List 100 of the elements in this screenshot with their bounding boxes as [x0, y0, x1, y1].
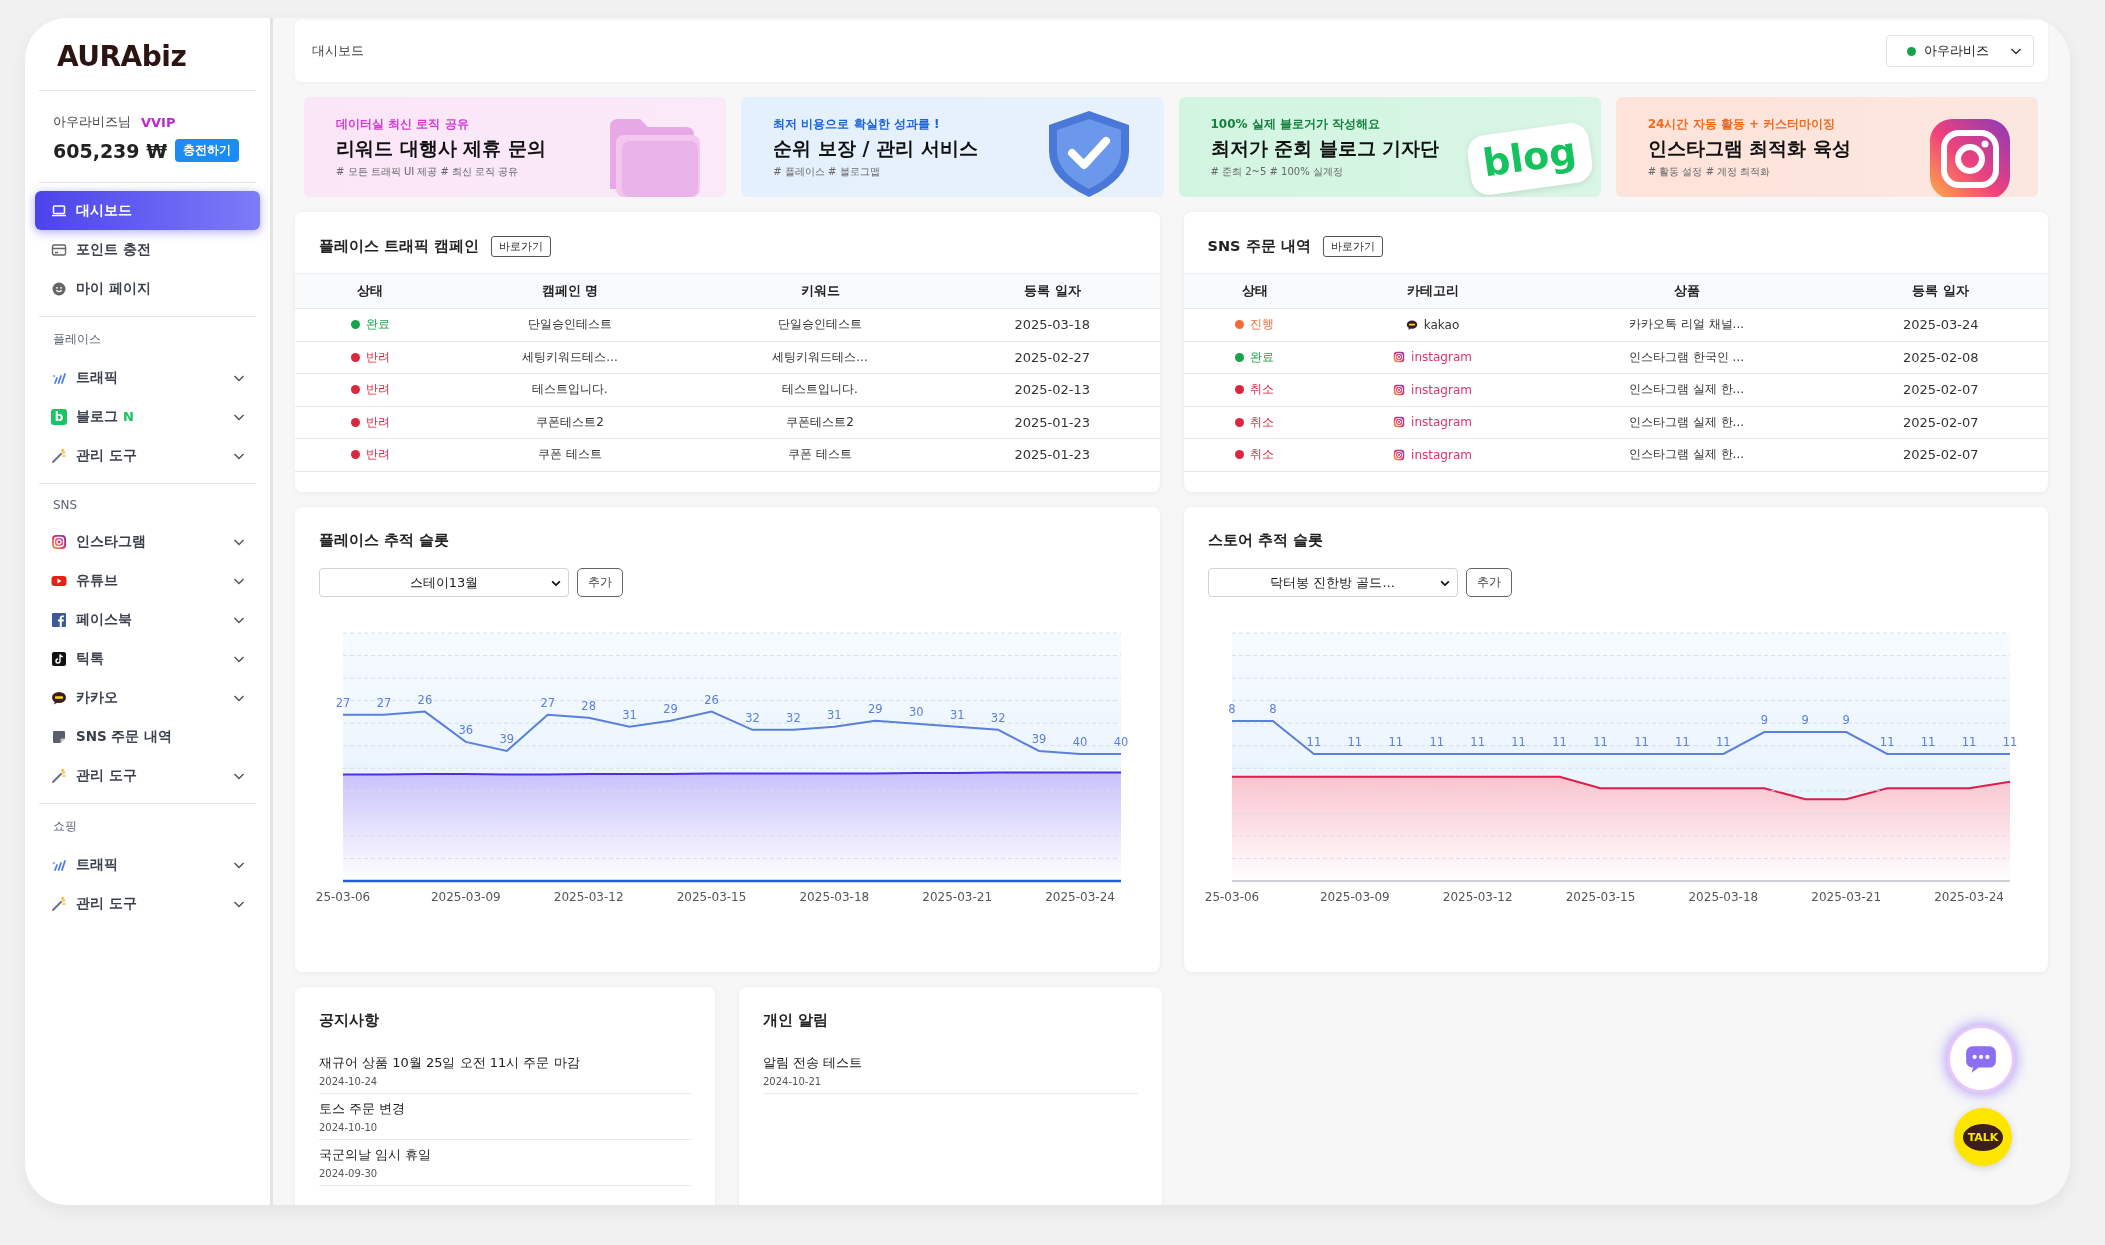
table-cell-text: 2025-02-13: [1013, 382, 1092, 398]
data-label: 11: [1674, 735, 1690, 749]
brand-logo[interactable]: AURAbiz: [57, 40, 187, 90]
data-label: 32: [990, 710, 1006, 725]
data-label: 11: [1592, 735, 1608, 749]
notice-date: 2024-10-24: [319, 1076, 379, 1087]
banner-title: 리워드 대행사 제휴 문의: [336, 135, 546, 161]
nav-item[interactable]: SNS 주문 내역: [35, 717, 260, 756]
nav-item[interactable]: 유튜브: [35, 561, 260, 600]
section-title: 플레이스: [52, 331, 102, 348]
alert-title[interactable]: 알림 전송 테스트: [763, 1054, 1138, 1072]
column-header: 등록 일자: [1023, 282, 1082, 300]
slot-select[interactable]: 닥터봉 진한방 골드...: [1207, 568, 1458, 597]
instagram-icon: [1393, 383, 1406, 396]
alert-date: 2024-10-21: [763, 1076, 823, 1087]
nav-item[interactable]: 대시보드: [35, 191, 260, 230]
data-label: 31: [949, 707, 965, 722]
notice-title[interactable]: 재규어 상품 10월 25일 오전 11시 주문 마감: [319, 1054, 691, 1072]
column-header: 상품: [1672, 282, 1701, 300]
card-title: 플레이스 트래픽 캠페인: [319, 237, 480, 256]
banner-tags: # 준최 2~5 # 100% 실계정: [1210, 164, 1440, 179]
x-tick-label: 2025-03-21: [1810, 890, 1881, 904]
table-cell-text: 인스타그램 실제 한...: [1627, 413, 1746, 431]
data-label: 9: [1760, 713, 1768, 727]
user-name: 아우라비즈님: [53, 113, 131, 131]
instagram-icon: [1393, 448, 1406, 461]
data-label: 11: [1920, 735, 1935, 749]
data-label: 27: [540, 695, 556, 710]
promo-banner[interactable]: 최저 비용으로 확실한 성과를 ! 순위 보장 / 관리 서비스 # 플레이스 # 블로그맵: [741, 97, 1164, 197]
notice-date: 2024-09-30: [319, 1168, 379, 1179]
data-label: 11: [1879, 735, 1894, 749]
slot-select[interactable]: 스테이13월: [319, 568, 569, 597]
nav-item[interactable]: 트래픽: [35, 358, 260, 397]
status-label: 반려: [365, 413, 390, 431]
data-label: 39: [499, 731, 515, 746]
data-label: 11: [1469, 735, 1485, 749]
table-cell-text: 2025-02-07: [1901, 382, 1980, 398]
x-tick-label: 2025-03-24: [1045, 890, 1115, 904]
x-tick-label: 2025-03-18: [799, 890, 870, 904]
table-cell-text: 2025-01-23: [1013, 414, 1092, 430]
card-title: 플레이스 추적 슬롯: [319, 531, 451, 550]
data-label: 31: [827, 707, 842, 722]
data-label: 28: [581, 698, 596, 713]
data-label: 30: [908, 704, 924, 719]
nav-item[interactable]: 틱톡: [35, 639, 260, 678]
nav-item[interactable]: 관리 도구: [35, 436, 260, 475]
data-label: 11: [1428, 735, 1444, 749]
breadcrumb: 대시보드: [312, 42, 364, 60]
magic-wand-icon: [51, 767, 67, 784]
add-button[interactable]: 추가: [577, 568, 623, 597]
table-cell-text: 2025-02-27: [1013, 349, 1092, 365]
promo-banner[interactable]: 100% 실제 블로거가 작성해요 최저가 준회 블로그 기자단 # 준최 2~5 # 100% 실계정 blog: [1178, 97, 1601, 197]
nav-item[interactable]: 카카오: [35, 678, 260, 717]
section-title: 쇼핑: [52, 818, 78, 835]
notice-title[interactable]: 토스 주문 변경: [319, 1100, 691, 1118]
nav-item[interactable]: 마이 페이지: [35, 269, 260, 308]
promo-banner[interactable]: 데이터실 최신 로직 공유 리워드 대행사 제휴 문의 # 모든 트래픽 UI 제공 # 최신 로직 공유: [304, 97, 727, 197]
kakao-talk-button[interactable]: TALK: [1954, 1108, 2012, 1166]
x-tick-label: 2025-03-15: [676, 890, 747, 904]
chat-button[interactable]: [1950, 1028, 2012, 1090]
data-label: 36: [458, 722, 474, 737]
card-title: SNS 주문 내역: [1207, 237, 1311, 256]
x-tick-label: 25-03-06: [315, 890, 371, 904]
nav-item[interactable]: b 블로그 N: [35, 397, 260, 436]
notice-title[interactable]: 국군의날 임시 휴일: [319, 1146, 691, 1164]
nav-item[interactable]: 관리 도구: [35, 884, 260, 923]
shortcut-button[interactable]: 바로가기: [491, 236, 552, 257]
x-tick-label: 2025-03-09: [430, 890, 501, 904]
x-tick-label: 2025-03-15: [1565, 890, 1635, 904]
nav-item[interactable]: 트래픽: [35, 845, 260, 884]
credit-card-icon: [51, 241, 67, 258]
x-tick-label: 2025-03-09: [1319, 890, 1390, 904]
shortcut-button[interactable]: 바로가기: [1322, 236, 1383, 257]
card-title: 스토어 추적 슬롯: [1207, 531, 1324, 550]
table-cell-text: 인스타그램 한국인 ...: [1627, 348, 1746, 366]
card-title: 개인 알림: [763, 1011, 830, 1030]
point-balance: 605,239 ₩: [53, 139, 168, 162]
table-cell-text: 쿠폰 테스트: [537, 446, 603, 464]
account-dropdown[interactable]: 아우라비즈: [1886, 35, 2034, 67]
x-tick-label: 2025-03-12: [553, 890, 624, 904]
nav-item[interactable]: 포인트 충전: [35, 230, 260, 269]
add-button[interactable]: 추가: [1465, 568, 1512, 597]
promo-banner[interactable]: 24시간 자동 활동 + 커스터마이징 인스타그램 최적화 육성 # 활동 설정 # 계정 최적화: [1615, 97, 2038, 197]
magic-wand-icon: [51, 895, 67, 912]
speech-bubble-icon: [51, 689, 67, 706]
status-label: 취소: [1250, 381, 1274, 399]
music-note-icon: [51, 650, 67, 667]
table-cell-text: 카카오톡 리얼 채널...: [1627, 316, 1746, 334]
status-label: 취소: [1250, 413, 1274, 431]
data-label: 11: [1961, 735, 1976, 749]
nav-item[interactable]: 관리 도구: [35, 756, 260, 795]
column-header: 등록 일자: [1911, 282, 1970, 300]
category-label: instagram: [1411, 382, 1472, 397]
table-cell-text: 쿠폰테스트2: [535, 413, 605, 431]
data-label: 11: [1715, 735, 1731, 749]
tier-label: VVIP: [141, 114, 176, 130]
column-header: 키워드: [799, 282, 841, 300]
nav-item[interactable]: 인스타그램: [35, 522, 260, 561]
status-label: 진행: [1250, 316, 1274, 334]
nav-item[interactable]: 페이스북: [35, 600, 260, 639]
